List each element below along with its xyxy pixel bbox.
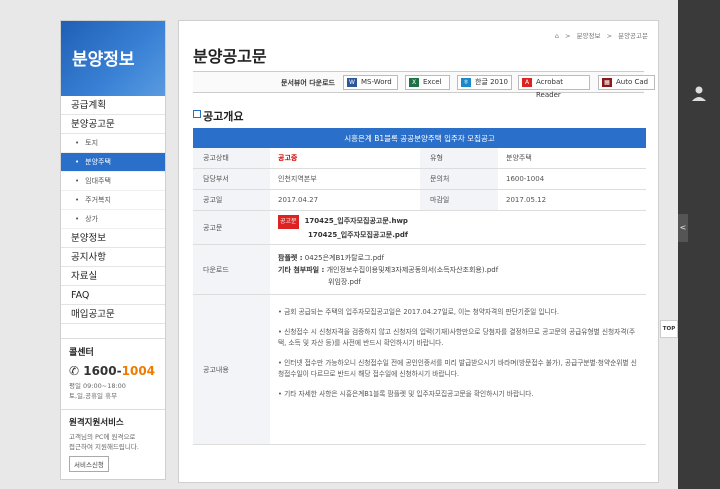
sidebar-menu: 공급계획 분양공고문 • 토지 • 분양주택 • 임대주택 • 주거복지 • 상가 분양정보 공지사항 자료… xyxy=(61,96,165,324)
sidebar-item[interactable]: 매입공고문 xyxy=(61,305,165,324)
table-row: 공고문 공고문 170425_입주자모집공고문.hwp 170425_입주자모집공… xyxy=(193,211,646,245)
notice-doc-badge: 공고문 xyxy=(278,214,299,229)
notice-table: 시흥은계 B1블록 공공분양주택 입주자 모집공고 공고상태 공고중 유형 분양… xyxy=(193,128,646,445)
bullet-icon: • xyxy=(75,215,80,223)
bullet-icon: • xyxy=(75,196,80,204)
bullet-icon: • xyxy=(75,158,80,166)
sidebar-item[interactable]: 공지사항 xyxy=(61,248,165,267)
service-request-button[interactable]: 서비스신청 xyxy=(69,456,109,472)
sidebar-item[interactable]: 분양공고문 xyxy=(61,115,165,134)
call-center-title: 콜센터 xyxy=(69,348,94,358)
remote-support-desc: 고객님의 PC에 원격으로 접근하여 지원해드립니다. xyxy=(69,433,139,451)
phone-icon: ✆ xyxy=(69,364,84,378)
section-title: 공고개요 xyxy=(193,108,243,124)
table-row: 공고상태 공고중 유형 분양주택 xyxy=(193,148,646,169)
sidebar-item[interactable]: 공급계획 xyxy=(61,96,165,115)
sidebar-item[interactable]: • 분양주택 xyxy=(61,153,165,172)
notice-file-pdf[interactable]: 170425_입주자모집공고문.pdf xyxy=(308,231,408,239)
notice-title: 시흥은계 B1블록 공공분양주택 입주자 모집공고 xyxy=(193,130,646,148)
table-row: 담당부서 인천지역본부 문의처 1600-1004 xyxy=(193,169,646,190)
breadcrumb: ⌂ > 분양정보 > 분양공고문 xyxy=(554,32,648,40)
user-icon[interactable] xyxy=(678,84,720,104)
file-type-icon: ▦ xyxy=(602,78,612,87)
power-of-attorney-file[interactable]: 위임장.pdf xyxy=(328,278,361,286)
sidebar-item[interactable]: • 임대주택 xyxy=(61,172,165,191)
main-content: ⌂ > 분양정보 > 분양공고문 분양공고문 문서뷰어 다운로드 W MS-Wor… xyxy=(178,20,659,483)
file-type-icon: W xyxy=(347,78,357,87)
sidebar-item[interactable]: • 토지 xyxy=(61,134,165,153)
call-center-phone: ✆ 1600-1004 xyxy=(69,364,156,378)
bullet-icon: • xyxy=(75,139,80,147)
collapse-tab[interactable]: < xyxy=(678,214,688,242)
sidebar-item[interactable]: FAQ xyxy=(61,286,165,305)
page-title: 분양공고문 xyxy=(193,47,267,66)
scroll-top-button[interactable]: TOP xyxy=(660,320,678,338)
call-center-hours: 평일 09:00~18:00 토,일,공휴일 휴무 xyxy=(69,382,126,400)
status-value: 공고중 xyxy=(278,154,298,162)
breadcrumb-level1[interactable]: 분양정보 xyxy=(577,32,601,40)
sidebar-title: 분양정보 xyxy=(61,21,165,96)
bullet-icon: • xyxy=(75,177,80,185)
viewer-download-bar: 문서뷰어 다운로드 W MS-Word X Excel ㅎ 한글 2010 A Acrobat… xyxy=(193,71,655,99)
table-row: 공고내용 • 금회 공급되는 주택의 입주자모집공고일은 2017.04.27일… xyxy=(193,295,646,445)
viewer-download-button[interactable]: X Excel xyxy=(405,75,450,90)
sidebar-item[interactable]: • 주거복지 xyxy=(61,191,165,210)
consent-form-file[interactable]: 개인정보수집이용및제3자제공동의서(소득자산조회용).pdf xyxy=(327,266,499,274)
brochure-file[interactable]: 0425은계B1카탈로그.pdf xyxy=(305,254,384,262)
viewer-download-button[interactable]: ▦ Auto Cad xyxy=(598,75,655,90)
table-row: 다운로드 팜플렛 : 0425은계B1카탈로그.pdf 기타 첨부파일 : 개인… xyxy=(193,245,646,295)
breadcrumb-level2[interactable]: 분양공고문 xyxy=(618,32,648,40)
viewer-download-label: 문서뷰어 다운로드 xyxy=(281,79,335,87)
left-sidebar: 분양정보 공급계획 분양공고문 • 토지 • 분양주택 • 임대주택 • 주거복지 • 상가 분양정보 공… xyxy=(60,20,166,480)
sidebar-item[interactable]: • 상가 xyxy=(61,210,165,229)
call-center-box: 콜센터 ✆ 1600-1004 평일 09:00~18:00 토,일,공휴일 휴무 xyxy=(61,338,165,401)
notice-file-hwp[interactable]: 170425_입주자모집공고문.hwp xyxy=(305,217,408,225)
file-type-icon: A xyxy=(522,78,532,87)
viewer-download-button[interactable]: A Acrobat Reader xyxy=(518,75,590,99)
table-row: 공고일 2017.04.27 마감일 2017.05.12 xyxy=(193,190,646,211)
notice-content: • 금회 공급되는 주택의 입주자모집공고일은 2017.04.27일로, 이는… xyxy=(278,308,637,398)
viewer-download-button[interactable]: ㅎ 한글 2010 xyxy=(457,75,512,90)
file-type-icon: ㅎ xyxy=(461,78,471,87)
sidebar-item[interactable]: 분양정보 xyxy=(61,229,165,248)
remote-support-box: 원격지원서비스 고객님의 PC에 원격으로 접근하여 지원해드립니다. 서비스신청 xyxy=(61,409,165,472)
right-quick-bar: < xyxy=(678,0,720,489)
home-icon[interactable]: ⌂ xyxy=(555,32,559,40)
remote-support-title: 원격지원서비스 xyxy=(69,418,124,428)
file-type-icon: X xyxy=(409,78,419,87)
viewer-download-button[interactable]: W MS-Word xyxy=(343,75,398,90)
sidebar-item[interactable]: 자료실 xyxy=(61,267,165,286)
